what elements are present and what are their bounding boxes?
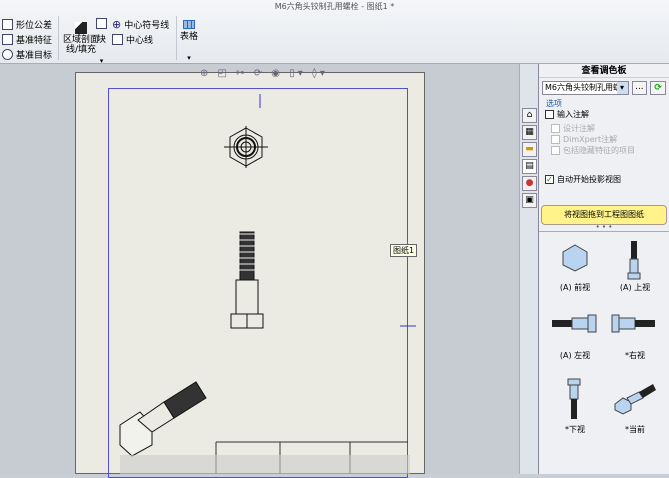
refresh-icon[interactable]: ⟳ [650, 81, 666, 95]
label: 形位公差 [16, 21, 53, 31]
view-palette-panel: 查看调色板 M6六角头铰制孔用螺 ▾ ... ⟳ 选项 输入注解 设计注解 Dim… [538, 64, 669, 474]
hatch-icon [75, 22, 87, 34]
datum-feature-button[interactable]: 基准特征 [2, 32, 52, 47]
option-auto-projected-view[interactable]: ✓ 自动开始投影视图 [545, 174, 669, 185]
blurred-title-block [120, 455, 410, 474]
divider [58, 16, 59, 60]
datum-target-button[interactable]: 基准目标 [2, 47, 52, 62]
panel-title: 查看调色板 [539, 64, 669, 78]
ribbon: M6六角头铰制孔用螺栓 - 图纸1 * 形位公差 基准特征 基准目标 区域剖面线… [0, 0, 669, 65]
folder-tab-icon[interactable]: ▬ [522, 142, 537, 157]
drag-hint-banner: 将视图拖到工程图图纸 [541, 205, 667, 225]
checkbox-checked[interactable]: ✓ [545, 175, 554, 184]
label: DimXpert注解 [563, 135, 618, 144]
view-bottom[interactable]: *下视 [545, 424, 605, 435]
block-icon [96, 18, 107, 29]
label: 输入注解 [557, 110, 589, 119]
option-dimxpert-annotations: DimXpert注解 [551, 134, 669, 145]
option-design-annotations: 设计注解 [551, 123, 669, 134]
isometric-view [119, 381, 207, 457]
centerline-button[interactable]: 中心线 [112, 32, 169, 47]
center-mark-button[interactable]: ⊕ 中心符号线 [112, 17, 169, 32]
chevron-down-icon: ▾ [616, 82, 628, 94]
front-view-thumb-icon[interactable] [561, 244, 589, 272]
geometric-tolerance-button[interactable]: 形位公差 [2, 17, 52, 32]
appearance-tab-icon[interactable]: ● [522, 176, 537, 191]
label: 表格 [180, 32, 199, 42]
label: 区域剖面线/填充 [62, 35, 99, 55]
custom-properties-tab-icon[interactable]: ▣ [522, 193, 537, 208]
browse-button[interactable]: ... [631, 81, 648, 95]
library-tab-icon[interactable]: ▦ [522, 125, 537, 140]
option-import-annotations[interactable]: 输入注解 [545, 109, 669, 120]
front-view [230, 231, 264, 329]
checkbox[interactable] [545, 110, 554, 119]
view-palette-tab-icon[interactable]: ▤ [522, 159, 537, 174]
home-tab-icon[interactable]: ⌂ [522, 108, 537, 123]
label: 块 [96, 35, 106, 45]
view-current[interactable]: *当前 [605, 424, 665, 435]
label: 基准目标 [16, 51, 53, 61]
top-view-thumb-icon[interactable] [627, 240, 641, 280]
divider [176, 16, 177, 60]
checkbox [551, 135, 560, 144]
sheet-tooltip: 图纸1 [390, 244, 418, 257]
checkbox [551, 124, 560, 133]
label: 基准特征 [16, 36, 53, 46]
block-button[interactable]: 块 ▾ [96, 18, 107, 65]
center-mark-icon: ⊕ [112, 18, 122, 31]
tolerance-icon [2, 19, 13, 30]
left-view-thumb-icon[interactable] [551, 314, 599, 334]
view-list: (A) 前视 (A) 上视 (A) 左视 *右视 *下视 *当前 [539, 231, 669, 471]
label: 设计注解 [563, 124, 595, 133]
current-view-thumb-icon[interactable] [613, 380, 657, 416]
option-hidden-features: 包括隐藏特征的项目 [551, 145, 669, 156]
view-toolbar[interactable]: ⊕ ◰ ✂ ⟳ ◉ ▯▾ ◊▾ [200, 68, 328, 79]
view-left[interactable]: (A) 左视 [545, 350, 605, 361]
model-select[interactable]: M6六角头铰制孔用螺 ▾ [542, 81, 629, 95]
checkbox [551, 146, 560, 155]
target-icon [2, 49, 13, 60]
label: 中心符号线 [124, 21, 170, 31]
table-button[interactable]: 表格 ▾ [180, 20, 198, 62]
view-right[interactable]: *右视 [605, 350, 665, 361]
label: 包括隐藏特征的项目 [563, 146, 635, 155]
datum-icon [2, 34, 13, 45]
options-label: 选项 [546, 99, 562, 108]
table-icon [183, 20, 195, 29]
annotation-group: 形位公差 基准特征 基准目标 [2, 17, 52, 62]
drawing-views [119, 94, 416, 474]
bottom-view-thumb-icon[interactable] [567, 378, 581, 422]
hatch-fill-button[interactable]: 区域剖面线/填充 [62, 22, 100, 55]
label: 自动开始投影视图 [557, 175, 621, 184]
view-front[interactable]: (A) 前视 [545, 282, 605, 293]
view-top[interactable]: (A) 上视 [605, 282, 665, 293]
right-view-thumb-icon[interactable] [611, 314, 659, 334]
top-view [224, 126, 268, 168]
task-pane-tabs: ⌂ ▦ ▬ ▤ ● ▣ [519, 64, 538, 474]
label: 中心线 [126, 36, 154, 46]
value: M6六角头铰制孔用螺 [545, 83, 621, 92]
centerline-icon [112, 34, 123, 45]
window-title: M6六角头铰制孔用螺栓 - 图纸1 * [274, 2, 395, 11]
